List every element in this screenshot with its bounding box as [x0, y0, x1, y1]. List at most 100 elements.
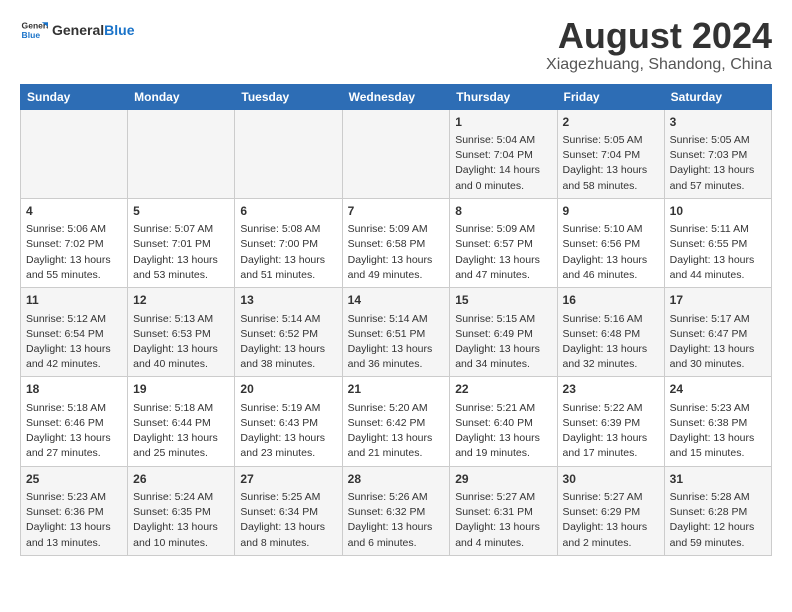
day-info: Sunrise: 5:28 AM [670, 490, 766, 505]
day-info: Daylight: 13 hours and 53 minutes. [133, 253, 229, 283]
day-cell: 21Sunrise: 5:20 AMSunset: 6:42 PMDayligh… [342, 377, 450, 466]
day-cell: 25Sunrise: 5:23 AMSunset: 6:36 PMDayligh… [21, 466, 128, 555]
calendar-header: Sunday Monday Tuesday Wednesday Thursday… [21, 84, 772, 109]
day-info: Sunrise: 5:05 AM [563, 133, 659, 148]
day-info: Sunrise: 5:09 AM [455, 222, 551, 237]
day-cell: 11Sunrise: 5:12 AMSunset: 6:54 PMDayligh… [21, 288, 128, 377]
subtitle: Xiagezhuang, Shandong, China [546, 56, 772, 74]
day-info: Daylight: 13 hours and 47 minutes. [455, 253, 551, 283]
day-info: Sunrise: 5:25 AM [240, 490, 336, 505]
day-info: Sunset: 6:55 PM [670, 237, 766, 252]
day-info: Sunrise: 5:15 AM [455, 312, 551, 327]
day-info: Sunset: 6:29 PM [563, 505, 659, 520]
day-info: Sunset: 6:51 PM [348, 327, 445, 342]
day-info: Sunset: 6:58 PM [348, 237, 445, 252]
day-info: Sunrise: 5:05 AM [670, 133, 766, 148]
day-info: Sunset: 6:43 PM [240, 416, 336, 431]
day-number: 2 [563, 114, 659, 131]
day-info: Daylight: 13 hours and 46 minutes. [563, 253, 659, 283]
day-number: 8 [455, 203, 551, 220]
day-cell: 14Sunrise: 5:14 AMSunset: 6:51 PMDayligh… [342, 288, 450, 377]
day-info: Daylight: 13 hours and 55 minutes. [26, 253, 122, 283]
day-cell: 26Sunrise: 5:24 AMSunset: 6:35 PMDayligh… [128, 466, 235, 555]
col-saturday: Saturday [664, 84, 771, 109]
day-info: Sunset: 6:47 PM [670, 327, 766, 342]
day-info: Sunrise: 5:07 AM [133, 222, 229, 237]
day-cell: 31Sunrise: 5:28 AMSunset: 6:28 PMDayligh… [664, 466, 771, 555]
day-info: Sunrise: 5:13 AM [133, 312, 229, 327]
day-info: Sunrise: 5:06 AM [26, 222, 122, 237]
day-cell: 29Sunrise: 5:27 AMSunset: 6:31 PMDayligh… [450, 466, 557, 555]
day-info: Sunset: 6:31 PM [455, 505, 551, 520]
day-number: 21 [348, 381, 445, 398]
day-info: Daylight: 13 hours and 10 minutes. [133, 520, 229, 550]
day-number: 4 [26, 203, 122, 220]
day-info: Daylight: 13 hours and 34 minutes. [455, 342, 551, 372]
day-info: Daylight: 13 hours and 13 minutes. [26, 520, 122, 550]
day-info: Daylight: 13 hours and 19 minutes. [455, 431, 551, 461]
day-number: 12 [133, 292, 229, 309]
day-info: Sunrise: 5:16 AM [563, 312, 659, 327]
day-info: Sunrise: 5:10 AM [563, 222, 659, 237]
day-number: 7 [348, 203, 445, 220]
day-cell: 27Sunrise: 5:25 AMSunset: 6:34 PMDayligh… [235, 466, 342, 555]
day-info: Daylight: 13 hours and 23 minutes. [240, 431, 336, 461]
svg-text:General: General [22, 20, 48, 30]
day-cell [235, 109, 342, 198]
col-monday: Monday [128, 84, 235, 109]
day-cell: 4 Sunrise: 5:06 AMSunset: 7:02 PMDaylight… [21, 198, 128, 287]
day-cell: 6Sunrise: 5:08 AMSunset: 7:00 PMDaylight… [235, 198, 342, 287]
col-friday: Friday [557, 84, 664, 109]
day-number: 24 [670, 381, 766, 398]
day-number: 15 [455, 292, 551, 309]
day-info: Sunrise: 5:22 AM [563, 401, 659, 416]
day-number: 11 [26, 292, 122, 309]
day-info: Sunrise: 5:18 AM [26, 401, 122, 416]
day-number: 3 [670, 114, 766, 131]
day-info: Daylight: 13 hours and 8 minutes. [240, 520, 336, 550]
day-cell: 24Sunrise: 5:23 AMSunset: 6:38 PMDayligh… [664, 377, 771, 466]
day-info: Daylight: 13 hours and 30 minutes. [670, 342, 766, 372]
day-cell: 19Sunrise: 5:18 AMSunset: 6:44 PMDayligh… [128, 377, 235, 466]
day-info: Daylight: 13 hours and 21 minutes. [348, 431, 445, 461]
day-info: Sunset: 6:38 PM [670, 416, 766, 431]
main-title: August 2024 [546, 16, 772, 56]
day-info: Sunrise: 5:14 AM [348, 312, 445, 327]
day-number: 17 [670, 292, 766, 309]
day-cell: 16Sunrise: 5:16 AMSunset: 6:48 PMDayligh… [557, 288, 664, 377]
day-info: Daylight: 13 hours and 36 minutes. [348, 342, 445, 372]
day-info: Sunset: 6:57 PM [455, 237, 551, 252]
day-info: Sunrise: 5:27 AM [455, 490, 551, 505]
day-cell: 17Sunrise: 5:17 AMSunset: 6:47 PMDayligh… [664, 288, 771, 377]
day-info: Daylight: 13 hours and 51 minutes. [240, 253, 336, 283]
day-info: Daylight: 14 hours and 0 minutes. [455, 163, 551, 193]
week-row-3: 11Sunrise: 5:12 AMSunset: 6:54 PMDayligh… [21, 288, 772, 377]
day-info: Sunset: 6:40 PM [455, 416, 551, 431]
day-info: Sunset: 6:39 PM [563, 416, 659, 431]
day-cell: 15 Sunrise: 5:15 AMSunset: 6:49 PMDayligh… [450, 288, 557, 377]
day-number: 29 [455, 471, 551, 488]
day-info: Sunrise: 5:23 AM [670, 401, 766, 416]
day-info: Sunset: 6:53 PM [133, 327, 229, 342]
day-number: 26 [133, 471, 229, 488]
day-info: Sunset: 6:56 PM [563, 237, 659, 252]
svg-text:Blue: Blue [22, 30, 41, 40]
day-info: Sunset: 6:49 PM [455, 327, 551, 342]
day-info: Sunset: 7:04 PM [563, 148, 659, 163]
day-cell: 5Sunrise: 5:07 AMSunset: 7:01 PMDaylight… [128, 198, 235, 287]
day-number: 27 [240, 471, 336, 488]
day-cell: 9Sunrise: 5:10 AMSunset: 6:56 PMDaylight… [557, 198, 664, 287]
day-cell: 3Sunrise: 5:05 AMSunset: 7:03 PMDaylight… [664, 109, 771, 198]
day-info: Sunset: 7:02 PM [26, 237, 122, 252]
day-number: 5 [133, 203, 229, 220]
day-number: 31 [670, 471, 766, 488]
col-tuesday: Tuesday [235, 84, 342, 109]
day-cell: 23Sunrise: 5:22 AMSunset: 6:39 PMDayligh… [557, 377, 664, 466]
day-cell: 22Sunrise: 5:21 AMSunset: 6:40 PMDayligh… [450, 377, 557, 466]
day-info: Sunset: 6:48 PM [563, 327, 659, 342]
day-info: Sunrise: 5:20 AM [348, 401, 445, 416]
day-info: Sunset: 7:00 PM [240, 237, 336, 252]
day-cell: 2Sunrise: 5:05 AMSunset: 7:04 PMDaylight… [557, 109, 664, 198]
day-info: Sunrise: 5:19 AM [240, 401, 336, 416]
day-number: 13 [240, 292, 336, 309]
